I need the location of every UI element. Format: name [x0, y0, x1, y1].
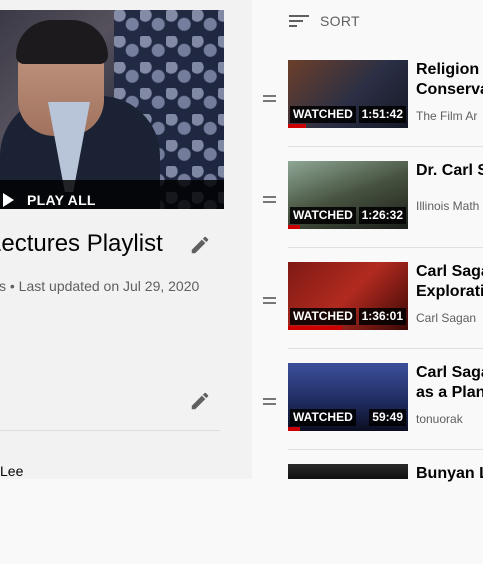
duration-badge: 1:51:42	[358, 106, 406, 123]
drag-handle-icon[interactable]	[263, 297, 276, 306]
video-title-line: Carl Sagan	[416, 263, 483, 280]
item-separator	[288, 146, 483, 147]
playlist-thumbnail[interactable]: PLAY ALL	[0, 10, 224, 209]
drag-handle-icon[interactable]	[263, 95, 276, 104]
video-thumbnail[interactable]	[288, 464, 408, 479]
channel-name[interactable]: The Film Ar	[416, 109, 477, 123]
drag-handle-icon[interactable]	[263, 398, 276, 407]
duration-badge: 1:26:32	[358, 207, 406, 224]
watched-badge: WATCHED	[290, 207, 356, 224]
video-title-line: Conserva	[416, 81, 483, 98]
video-title-line: Bunyan L	[416, 465, 483, 482]
watch-progress-bar	[288, 225, 300, 229]
sort-icon	[289, 14, 309, 28]
playlist-item[interactable]: Bunyan L	[256, 464, 483, 564]
video-thumbnail[interactable]: WATCHED 1:51:42	[288, 60, 408, 128]
channel-name[interactable]: Illinois Math	[416, 199, 479, 213]
item-separator	[288, 348, 483, 349]
video-title[interactable]: Carl Sagan Exploratio	[416, 262, 483, 302]
video-title-line: Dr. Carl S	[416, 162, 483, 179]
watch-progress-bar	[288, 124, 306, 128]
watched-badge: WATCHED	[290, 308, 356, 325]
playlist-meta: s • Last updated on Jul 29, 2020	[0, 278, 200, 294]
video-thumbnail[interactable]: WATCHED 59:49	[288, 363, 408, 431]
video-title[interactable]: Dr. Carl S	[416, 161, 483, 181]
watch-progress-bar	[288, 427, 300, 431]
channel-name[interactable]: Carl Sagan	[416, 311, 476, 325]
video-thumbnail[interactable]: WATCHED 1:26:32	[288, 161, 408, 229]
thumbnail-hair	[16, 20, 108, 64]
video-title-line: as a Plane	[416, 384, 483, 401]
video-title[interactable]: Religion a Conserva	[416, 60, 483, 100]
playlist-sidebar: PLAY ALL Lectures Playlist s • Last upda…	[0, 0, 252, 479]
divider	[0, 430, 220, 431]
video-title[interactable]: Carl Saga as a Plane	[416, 363, 483, 403]
video-title-line: Religion a	[416, 61, 483, 78]
playlist-item[interactable]: WATCHED 1:26:32 Dr. Carl S Illinois Math	[256, 161, 483, 261]
video-title-line: Carl Saga	[416, 364, 483, 381]
video-thumbnail[interactable]: WATCHED 1:36:01	[288, 262, 408, 330]
watched-badge: WATCHED	[290, 106, 356, 123]
item-separator	[288, 449, 483, 450]
play-all-button[interactable]: PLAY ALL	[0, 180, 224, 209]
channel-name[interactable]: tonuorak	[416, 412, 463, 426]
watch-progress-bar	[288, 326, 342, 330]
play-all-label: PLAY ALL	[27, 191, 96, 208]
watched-badge: WATCHED	[290, 409, 356, 426]
playlist-item[interactable]: WATCHED1:51:42 Religion a Conserva The Film…	[256, 60, 483, 160]
sort-label: SORT	[320, 13, 360, 29]
drag-handle-icon[interactable]	[263, 196, 276, 205]
duration-badge: 1:36:01	[358, 308, 406, 325]
video-title[interactable]: Bunyan L	[416, 464, 483, 484]
playlist-item[interactable]: WATCHED1:36:01Carl SaganExploratioCarl S…	[256, 262, 483, 362]
edit-title-pencil-icon[interactable]	[189, 234, 211, 256]
video-title-line: Exploratio	[416, 283, 483, 300]
sort-button[interactable]: SORT	[289, 10, 360, 32]
play-icon	[3, 192, 14, 207]
item-separator	[288, 247, 483, 248]
playlist-owner[interactable]: Lee	[0, 463, 23, 479]
edit-description-pencil-icon[interactable]	[189, 390, 211, 412]
playlist-title: Lectures Playlist	[0, 230, 163, 257]
playlist-item[interactable]: WATCHED 59:49 Carl Saga as a Plane tonuorak	[256, 363, 483, 463]
duration-badge: 59:49	[369, 409, 406, 426]
